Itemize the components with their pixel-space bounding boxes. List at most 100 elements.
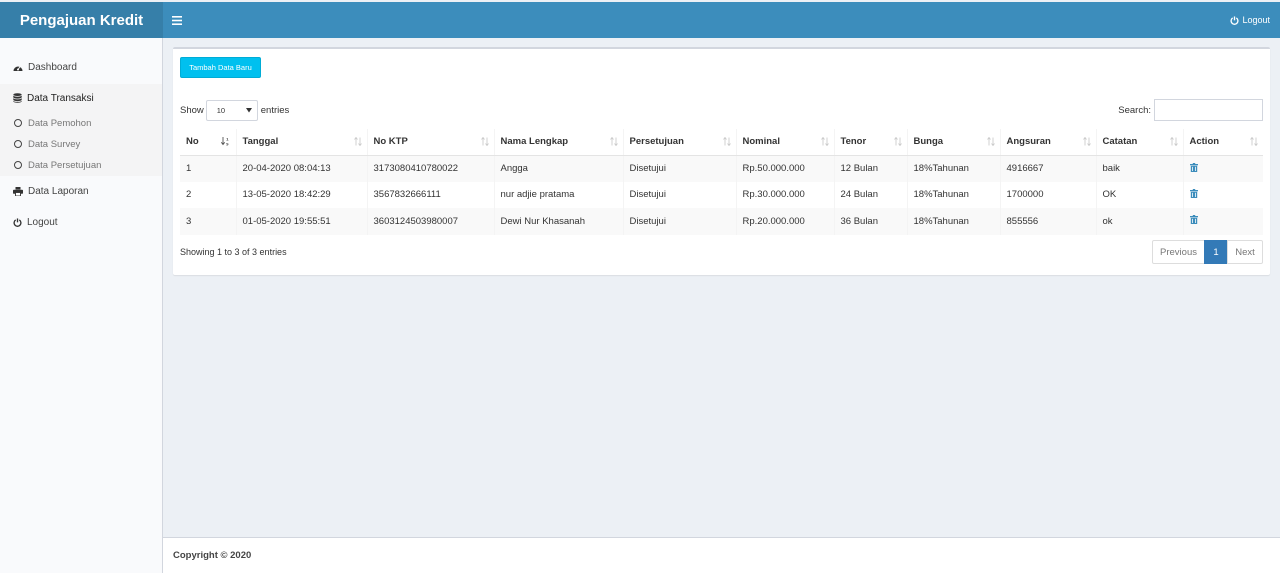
- cell-no: 2: [180, 181, 237, 208]
- cell-tenor: 36 Bulan: [834, 208, 908, 235]
- cell-no-ktp: 3173080410780022: [367, 155, 495, 182]
- circle-icon: [14, 119, 22, 127]
- sidebar-treeview: Data Pemohon Data Survey Data Persetujua…: [0, 112, 162, 176]
- search-label: Search:: [1118, 104, 1151, 116]
- sidebar-item-data-laporan[interactable]: Data Laporan: [0, 177, 162, 205]
- hamburger-icon: [172, 15, 182, 25]
- column-header-catatan[interactable]: Catatan: [1096, 129, 1184, 156]
- cell-no-ktp: 3603124503980007: [367, 208, 495, 235]
- cell-angsuran: 855556: [1000, 208, 1097, 235]
- cell-angsuran: 1700000: [1000, 181, 1097, 208]
- cell-action: [1183, 181, 1263, 208]
- search-control: Search:: [1118, 99, 1263, 121]
- column-header-label: Nama Lengkap: [500, 136, 569, 148]
- sort-icon: [1169, 137, 1178, 146]
- trash-icon[interactable]: [1189, 162, 1198, 172]
- database-icon: [13, 93, 22, 103]
- sort-icon: [893, 137, 902, 146]
- svg-text:9: 9: [226, 141, 229, 146]
- data-table: No 1 9 Tanggal No KTP Nama Lengkap Perse: [180, 129, 1263, 235]
- cell-persetujuan: Disetujui: [623, 155, 737, 182]
- entries-label: entries: [260, 104, 290, 116]
- cell-nama-lengkap: Dewi Nur Khasanah: [494, 208, 624, 235]
- sidebar-item-label: Logout: [27, 216, 58, 228]
- cell-action: [1183, 208, 1263, 235]
- content-box: Tambah Data Baru Show 10 entries Search:…: [173, 47, 1270, 275]
- table-row: 1 20-04-2020 08:04:13 3173080410780022 A…: [180, 155, 1263, 182]
- entries-select-value: 10: [216, 105, 226, 115]
- table-row: 2 13-05-2020 18:42:29 3567832666111 nur …: [180, 181, 1263, 208]
- cell-tenor: 24 Bulan: [834, 181, 908, 208]
- cell-nominal: Rp.30.000.000: [736, 181, 835, 208]
- search-input[interactable]: [1154, 99, 1263, 121]
- column-header-tenor[interactable]: Tenor: [834, 129, 908, 156]
- column-header-no[interactable]: No 1 9: [180, 129, 237, 156]
- sidebar-item-label: Data Transaksi: [27, 92, 94, 104]
- sort-icon: [609, 137, 618, 146]
- sidebar-item-label: Dashboard: [28, 61, 77, 73]
- pagination: Previous 1 Next: [1152, 240, 1263, 264]
- column-header-label: Tanggal: [242, 136, 279, 148]
- sort-icon: [722, 137, 731, 146]
- column-header-nama-lengkap[interactable]: Nama Lengkap: [494, 129, 624, 156]
- cell-catatan: OK: [1096, 181, 1184, 208]
- cell-persetujuan: Disetujui: [623, 208, 737, 235]
- length-control: Show 10 entries: [180, 99, 289, 121]
- cell-no: 1: [180, 155, 237, 182]
- cell-catatan: ok: [1096, 208, 1184, 235]
- sidebar-item-data-transaksi[interactable]: Data Transaksi: [0, 84, 162, 112]
- pagination-previous-button[interactable]: Previous: [1152, 240, 1205, 264]
- circle-icon: [14, 140, 22, 148]
- sidebar-subitem-label: Data Survey: [28, 138, 81, 150]
- column-header-angsuran[interactable]: Angsuran: [1000, 129, 1097, 156]
- sidebar-subitem-data-persetujuan[interactable]: Data Persetujuan: [0, 155, 162, 175]
- caret-down-icon: [245, 107, 252, 112]
- sort-icon: [353, 137, 362, 146]
- sort-icon: [1082, 137, 1091, 146]
- trash-icon[interactable]: [1189, 188, 1198, 198]
- sidebar-item-logout[interactable]: Logout: [0, 208, 162, 236]
- sort-icon: [986, 137, 995, 146]
- copyright-text: Copyright © 2020: [173, 550, 252, 561]
- column-header-action[interactable]: Action: [1183, 129, 1263, 156]
- sort-icon: [820, 137, 829, 146]
- column-header-label: Catatan: [1102, 136, 1138, 148]
- sort-icon: [480, 137, 489, 146]
- entries-select[interactable]: 10: [205, 99, 258, 121]
- sidebar-subitem-data-pemohon[interactable]: Data Pemohon: [0, 113, 162, 133]
- sidebar-item-dashboard[interactable]: Dashboard: [0, 53, 162, 81]
- sidebar-subitem-data-survey[interactable]: Data Survey: [0, 134, 162, 154]
- column-header-nominal[interactable]: Nominal: [736, 129, 835, 156]
- sort-icon: [1250, 137, 1258, 146]
- sidebar-item-label: Data Laporan: [28, 185, 89, 197]
- cell-no-ktp: 3567832666111: [367, 181, 495, 208]
- cell-bunga: 18%Tahunan: [907, 155, 1001, 182]
- column-header-no-ktp[interactable]: No KTP: [367, 129, 495, 156]
- cell-catatan: baik: [1096, 155, 1184, 182]
- header-logout-label: Logout: [1242, 15, 1270, 25]
- pagination-next-button[interactable]: Next: [1227, 240, 1263, 264]
- header-logout-button[interactable]: Logout: [1230, 2, 1270, 38]
- top-navbar: Logout: [163, 2, 1280, 38]
- column-header-label: Persetujuan: [629, 136, 684, 148]
- column-header-tanggal[interactable]: Tanggal: [236, 129, 368, 156]
- cell-angsuran: 4916667: [1000, 155, 1097, 182]
- pagination-page-button[interactable]: 1: [1204, 240, 1228, 264]
- cell-tanggal: 01-05-2020 19:55:51: [236, 208, 368, 235]
- brand-logo[interactable]: Pengajuan Kredit: [0, 2, 163, 38]
- sort-asc-icon: 1 9: [220, 137, 229, 146]
- add-data-button[interactable]: Tambah Data Baru: [180, 57, 261, 78]
- print-icon: [13, 186, 23, 196]
- trash-icon[interactable]: [1189, 215, 1198, 225]
- circle-icon: [14, 161, 22, 169]
- sidebar: Dashboard Data Transaksi Data Pemohon Da…: [0, 38, 163, 573]
- power-icon: [13, 217, 22, 227]
- main-header: Pengajuan Kredit Logout: [0, 0, 1280, 38]
- column-header-label: Nominal: [742, 136, 780, 148]
- column-header-persetujuan[interactable]: Persetujuan: [623, 129, 737, 156]
- column-header-bunga[interactable]: Bunga: [907, 129, 1001, 156]
- cell-bunga: 18%Tahunan: [907, 208, 1001, 235]
- column-header-label: Angsuran: [1006, 136, 1051, 148]
- sidebar-toggle-button[interactable]: [163, 2, 191, 38]
- column-header-label: Bunga: [913, 136, 944, 148]
